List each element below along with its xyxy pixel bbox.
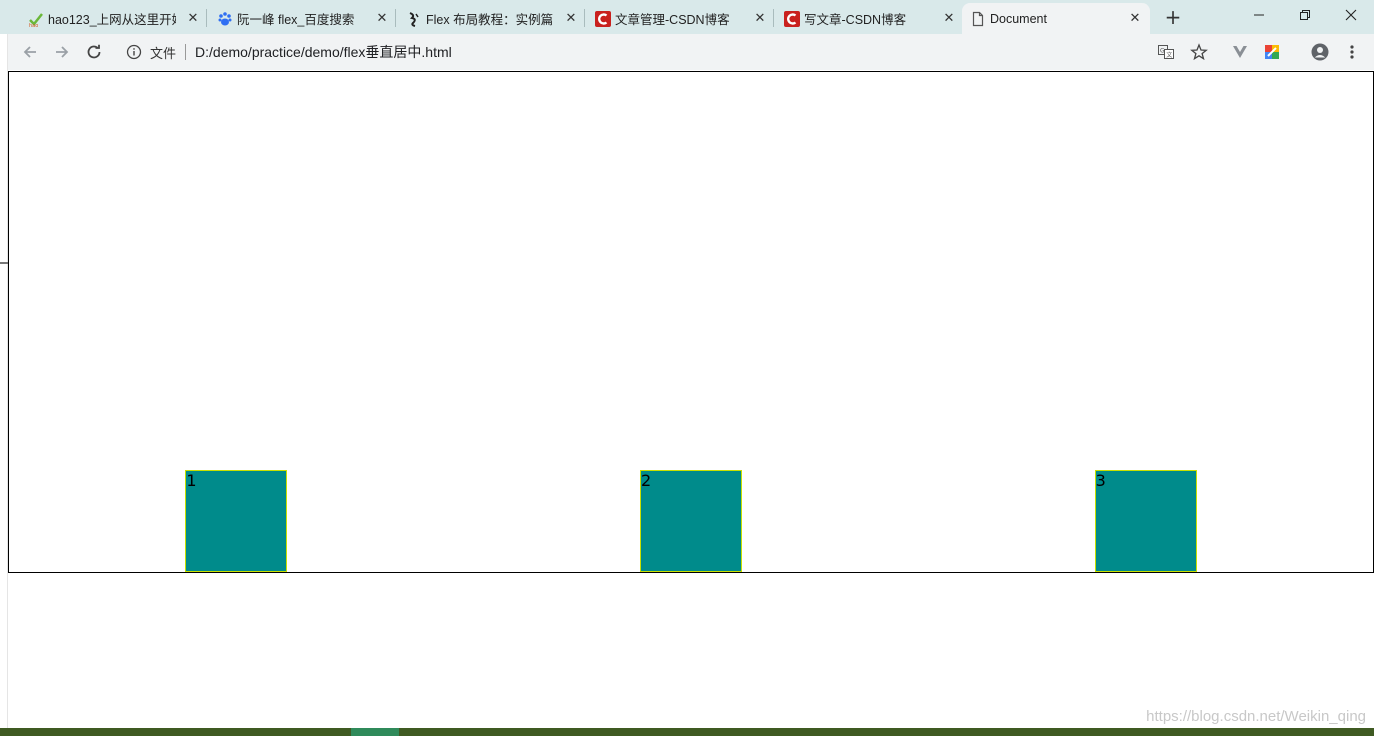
minimize-button[interactable] — [1236, 0, 1282, 30]
edge-marker — [0, 262, 8, 264]
translate-icon: G 文 — [1158, 45, 1174, 59]
page-viewport: 1 2 3 — [8, 70, 1374, 728]
baidu-paw-icon — [218, 12, 232, 26]
extension-color-button[interactable] — [1262, 42, 1282, 62]
minimize-icon — [1254, 14, 1264, 16]
hao123-favicon-icon: hao — [29, 13, 43, 27]
flex-item-2: 2 — [639, 470, 742, 572]
tab-title: hao123_上网从这里开始 — [48, 13, 176, 27]
tab-title: 阮一峰 flex_百度搜索 — [237, 13, 355, 27]
tab-csdn-write-article[interactable]: 写文章-CSDN博客 ✕ — [776, 3, 964, 34]
watermark: https://blog.csdn.net/Weikin_qing — [1146, 708, 1366, 725]
restore-button[interactable] — [1282, 0, 1328, 30]
tab-separator — [395, 9, 396, 27]
arrow-left-icon — [23, 46, 36, 58]
os-taskbar — [0, 728, 1374, 736]
browser-toolbar: 文件 D:/demo/practice/demo/flex垂直居中.html G… — [0, 34, 1374, 70]
account-circle-icon — [1311, 43, 1329, 61]
tab-title: 写文章-CSDN博客 — [804, 13, 907, 27]
scheme-label: 文件 — [150, 45, 177, 61]
close-tab-icon[interactable]: ✕ — [1128, 11, 1142, 25]
star-icon — [1190, 43, 1208, 61]
tab-title: Flex 布局教程：实例篇 — [426, 13, 554, 27]
flex-item-1: 1 — [185, 470, 288, 572]
close-window-button[interactable] — [1328, 0, 1374, 30]
calligraphy-favicon-icon — [409, 12, 419, 27]
address-bar[interactable]: 文件 D:/demo/practice/demo/flex垂直居中.html — [114, 38, 1214, 66]
tab-baidu[interactable]: 阮一峰 flex_百度搜索 ✕ — [209, 3, 397, 34]
close-tab-icon[interactable]: ✕ — [564, 11, 578, 25]
svg-text:文: 文 — [1166, 51, 1172, 59]
translate-button[interactable]: G 文 — [1156, 42, 1176, 62]
arrow-right-icon — [56, 46, 69, 58]
close-icon — [1345, 9, 1357, 21]
tab-flex-tutorial[interactable]: Flex 布局教程：实例篇 ✕ — [398, 3, 586, 34]
window-left-edge — [0, 34, 8, 728]
more-vertical-icon — [1350, 45, 1354, 59]
address-divider — [185, 44, 187, 60]
tab-strip: hao hao123_上网从这里开始 ✕ 阮一峰 flex_百度搜索 ✕ Fle… — [0, 0, 1374, 34]
tab-separator — [206, 9, 207, 27]
tab-csdn-article-manage[interactable]: 文章管理-CSDN博客 ✕ — [587, 3, 775, 34]
new-tab-button[interactable]: + — [1160, 6, 1186, 30]
close-tab-icon[interactable]: ✕ — [375, 11, 389, 25]
close-tab-icon[interactable]: ✕ — [942, 11, 956, 25]
colorful-extension-icon — [1265, 45, 1279, 59]
csdn-icon — [595, 11, 611, 27]
close-tab-icon[interactable]: ✕ — [753, 11, 767, 25]
profile-button[interactable] — [1310, 42, 1330, 62]
reload-button[interactable] — [82, 40, 106, 64]
tab-title: 文章管理-CSDN博客 — [615, 13, 730, 27]
restore-icon — [1300, 10, 1310, 20]
vue-devtools-icon — [1233, 46, 1247, 58]
svg-text:G: G — [1160, 48, 1165, 55]
close-tab-icon[interactable]: ✕ — [186, 11, 200, 25]
reload-icon — [87, 44, 101, 59]
info-icon[interactable] — [126, 44, 142, 60]
tab-separator — [584, 9, 585, 27]
bookmark-star-button[interactable] — [1189, 42, 1209, 62]
tab-separator — [773, 9, 774, 27]
back-button[interactable] — [18, 40, 42, 64]
tab-document[interactable]: Document ✕ — [962, 3, 1150, 34]
flex-item-3: 3 — [1094, 470, 1197, 572]
tab-hao123[interactable]: hao hao123_上网从这里开始 ✕ — [20, 3, 208, 34]
menu-button[interactable] — [1342, 42, 1362, 62]
forward-button[interactable] — [50, 40, 74, 64]
tab-title: Document — [990, 11, 1047, 26]
extension-v-button[interactable] — [1230, 42, 1250, 62]
csdn-icon — [784, 11, 800, 27]
url-text[interactable]: D:/demo/practice/demo/flex垂直居中.html — [195, 42, 452, 62]
svg-text:hao: hao — [29, 23, 38, 27]
flex-container: 1 2 3 — [8, 71, 1374, 573]
file-icon — [972, 11, 984, 27]
taskbar-active-app[interactable] — [351, 728, 399, 736]
